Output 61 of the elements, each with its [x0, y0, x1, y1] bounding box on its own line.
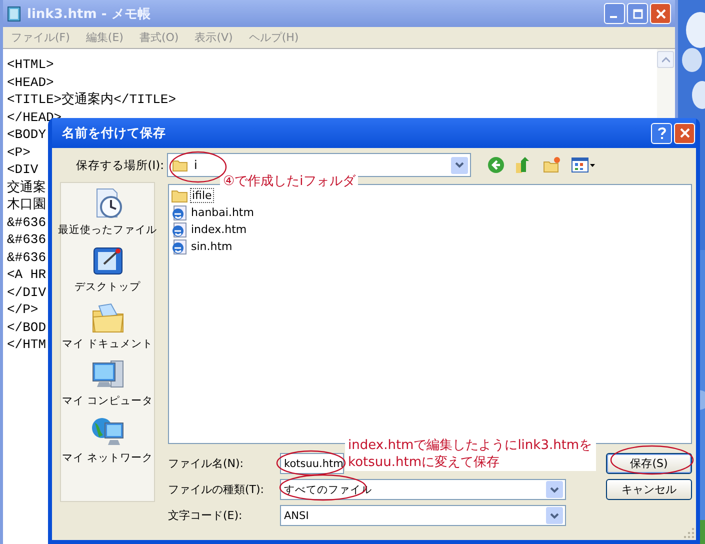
close-button[interactable] — [674, 122, 695, 144]
dialog-title: 名前を付けて保存 — [62, 124, 167, 142]
help-button[interactable] — [651, 122, 672, 144]
view-menu-icon[interactable] — [571, 157, 595, 173]
code-line: &#636 — [7, 231, 46, 248]
web-file-icon — [171, 222, 187, 238]
field-label: 文字コード(E): — [168, 508, 244, 523]
save-in-value: i — [194, 158, 198, 172]
code-line: &#636 — [7, 248, 46, 266]
file-item[interactable]: sin.htm — [171, 238, 234, 255]
code-line: </P> — [7, 301, 38, 318]
cancel-button[interactable]: キャンセル — [606, 479, 692, 500]
code-line: </HTM — [7, 336, 46, 354]
save-button[interactable]: 保存(S) — [606, 453, 692, 474]
close-button[interactable] — [650, 3, 671, 24]
code-line: <A HR — [7, 266, 46, 284]
window-title: link3.htm - メモ帳 — [27, 6, 152, 22]
close-icon — [680, 128, 690, 138]
code-line: </BOD — [7, 318, 46, 336]
file-name-field[interactable]: kotsuu.htm — [280, 453, 344, 474]
code-line: <P> — [7, 144, 30, 161]
code-line: 交通案 — [7, 178, 46, 196]
back-icon[interactable] — [487, 156, 505, 174]
file-item[interactable]: ifile — [171, 187, 214, 204]
web-file-icon — [171, 238, 187, 254]
notepad-icon — [7, 6, 21, 22]
scroll-up-button[interactable] — [657, 51, 674, 68]
dropdown-field[interactable]: ANSI — [280, 505, 566, 526]
code-line: <HEAD> — [7, 74, 54, 91]
field-label: ファイル名(N): — [168, 456, 245, 471]
minimize-button[interactable] — [604, 3, 625, 24]
save-in-label: 保存する場所(I): — [74, 158, 165, 172]
place-shortcut[interactable]: マイ ドキュメント — [62, 301, 154, 358]
close-icon — [656, 8, 666, 18]
code-line: <HTML> — [7, 56, 54, 74]
place-shortcut[interactable]: マイ ネットワーク — [62, 415, 154, 472]
annotation-note: index.htmで編集したようにlink3.htmを kotsuu.htmに変えて保存 — [345, 437, 596, 471]
field-label: ファイルの種類(T): — [168, 482, 266, 497]
folder-icon — [171, 188, 188, 203]
annotation-ellipse — [276, 450, 346, 476]
maximize-icon — [632, 8, 642, 18]
code-line: &#636 — [7, 214, 46, 231]
place-shortcut[interactable]: デスクトップ — [74, 244, 140, 301]
annotation-note: ④で作成したiフォルダ — [220, 173, 358, 190]
maximize-button[interactable] — [627, 3, 648, 24]
file-item[interactable]: hanbai.htm — [171, 204, 256, 221]
code-line: 木口園 — [7, 196, 46, 214]
code-line: <BODY — [7, 126, 46, 144]
code-line: </DIV — [7, 284, 46, 301]
file-item[interactable]: index.htm — [171, 221, 249, 238]
new-folder-icon[interactable] — [543, 156, 561, 174]
documents-folder-icon — [90, 301, 124, 335]
resize-grip-icon[interactable] — [684, 528, 694, 538]
minimize-icon — [610, 16, 616, 18]
place-shortcut[interactable]: マイ コンピュータ — [62, 358, 154, 415]
code-line: <DIV — [7, 161, 38, 178]
code-line: <TITLE>交通案内</TITLE> — [7, 91, 176, 108]
web-file-icon — [171, 204, 187, 220]
folder-icon — [172, 158, 188, 172]
place-shortcut[interactable]: 最近使ったファイル — [58, 187, 157, 244]
help-icon — [656, 126, 668, 140]
